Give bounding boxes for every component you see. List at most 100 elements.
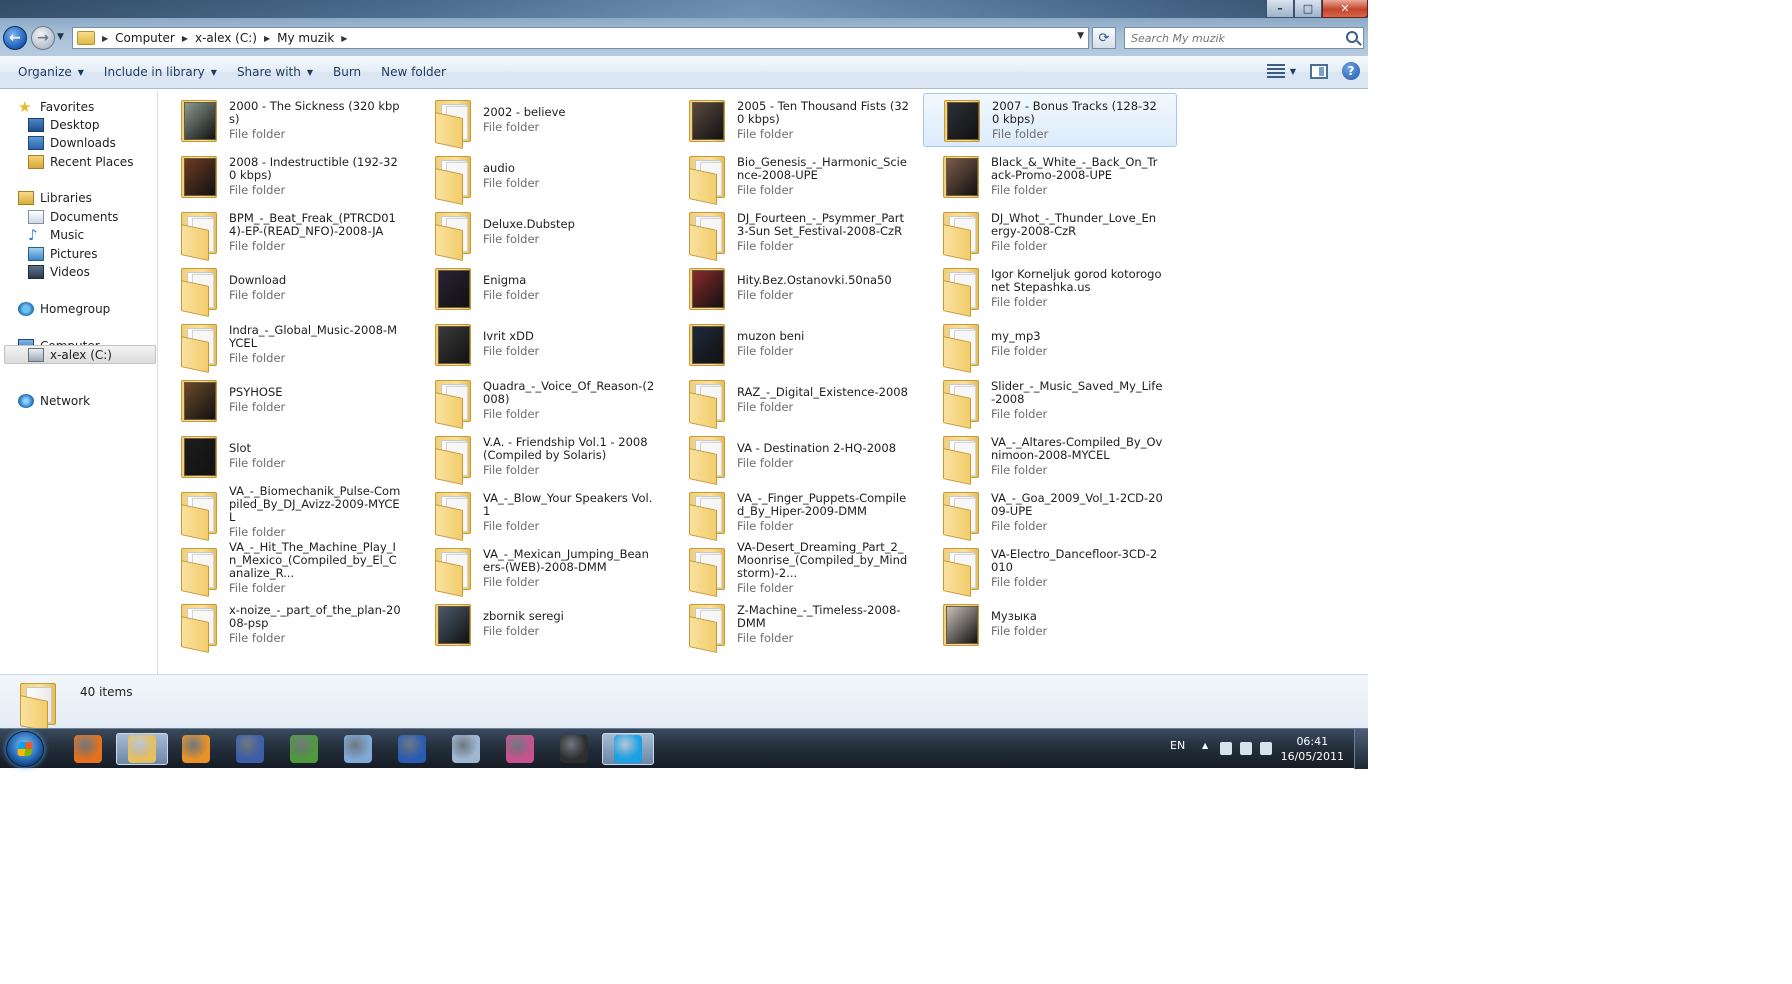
folder-item[interactable]: VA_-_Goa_2009_Vol_1-2CD-2009-UPE File fol… — [923, 485, 1177, 541]
refresh-button[interactable]: ⟳ — [1092, 27, 1116, 49]
clock[interactable]: 06:41 16/05/2011 — [1281, 734, 1344, 764]
folder-item[interactable]: audio File folder — [415, 149, 669, 205]
folder-item[interactable]: VA-Electro_Dancefloor-3CD-2010 File folde… — [923, 541, 1177, 597]
forward-button[interactable]: → — [31, 26, 55, 50]
folder-item[interactable]: Hity.Bez.Ostanovki.50na50 File folder — [669, 261, 923, 315]
folder-item[interactable]: VA_-_Hit_The_Machine_Play_In_Mexico_(Com… — [161, 541, 415, 597]
chevron-right-icon[interactable]: ▶ — [182, 34, 188, 43]
burn-button[interactable]: Burn — [323, 61, 371, 83]
folder-item[interactable]: VA_-_Finger_Puppets-Compiled_By_Hiper-20… — [669, 485, 923, 541]
search-icon[interactable] — [1346, 31, 1358, 43]
folder-item[interactable]: 2008 - Indestructible (192-320 kbps) File… — [161, 149, 415, 203]
new-folder-button[interactable]: New folder — [371, 61, 456, 83]
recent-pages-dropdown[interactable]: ▼ — [57, 32, 64, 42]
preview-pane-icon[interactable] — [1310, 63, 1328, 79]
folder-item[interactable]: Indra_-_Global_Music-2008-MYCEL File fold… — [161, 317, 415, 373]
maximize-button[interactable]: □ — [1294, 0, 1322, 18]
folder-item[interactable]: Download File folder — [161, 261, 415, 317]
taskbar-calculator-button[interactable] — [440, 733, 492, 765]
taskbar-equalizer-app-button[interactable] — [224, 733, 276, 765]
folder-item[interactable]: Deluxe.Dubstep File folder — [415, 205, 669, 261]
folder-item[interactable]: V.A. - Friendship Vol.1 - 2008 (Compiled… — [415, 429, 669, 485]
taskbar-word-button[interactable] — [386, 733, 438, 765]
folder-item[interactable]: Ivrit xDD File folder — [415, 317, 669, 371]
folder-item[interactable]: my_mp3 File folder — [923, 317, 1177, 373]
chevron-right-icon[interactable]: ▶ — [264, 34, 270, 43]
folder-item[interactable]: 2000 - The Sickness (320 kbps) File folde… — [161, 93, 415, 147]
chevron-right-icon[interactable]: ▶ — [341, 34, 347, 43]
folder-item[interactable]: Quadra_-_Voice_Of_Reason-(2008) File fold… — [415, 373, 669, 429]
breadcrumb-drive[interactable]: x-alex (C:) — [195, 31, 257, 45]
folder-item[interactable]: zbornik seregi File folder — [415, 597, 669, 651]
organize-button[interactable]: Organize ▼ — [8, 61, 94, 83]
include-in-library-button[interactable]: Include in library ▼ — [94, 61, 227, 83]
folder-item[interactable]: DJ_Whot_-_Thunder_Love_Energy-2008-CzR Fi… — [923, 205, 1177, 261]
network-signal-icon[interactable] — [1260, 742, 1272, 755]
start-button[interactable] — [6, 731, 44, 767]
taskbar-music-app-button[interactable] — [278, 733, 330, 765]
nav-network[interactable]: Network — [18, 391, 90, 410]
minimize-button[interactable]: – — [1266, 0, 1294, 18]
folder-item[interactable]: Enigma File folder — [415, 261, 669, 315]
folder-item[interactable]: x-noize_-_part_of_the_plan-2008-psp File … — [161, 597, 415, 653]
close-button[interactable]: ✕ — [1322, 0, 1368, 18]
folder-item[interactable]: VA-Desert_Dreaming_Part_2_Moonrise_(Comp… — [669, 541, 923, 597]
taskbar-explorer-button[interactable] — [116, 733, 168, 765]
search-box[interactable] — [1124, 27, 1364, 49]
help-icon[interactable]: ? — [1342, 62, 1360, 80]
nav-recent-places[interactable]: Recent Places — [28, 152, 133, 171]
taskbar: EN ▲ 06:41 16/05/2011 — [0, 728, 1368, 769]
share-with-button[interactable]: Share with ▼ — [227, 61, 323, 83]
taskbar-skype-button[interactable] — [602, 733, 654, 765]
battery-icon[interactable] — [1220, 742, 1232, 755]
view-options-dropdown[interactable]: ▼ — [1290, 67, 1296, 76]
nav-music[interactable]: ♪ Music — [28, 225, 84, 244]
nav-videos[interactable]: Videos — [28, 262, 90, 281]
folder-item[interactable]: Z-Machine_-_Timeless-2008-DMM File folder — [669, 597, 923, 653]
folder-item[interactable]: VA_-_Mexican_Jumping_Beaners-(WEB)-2008-… — [415, 541, 669, 597]
taskbar-firefox-button[interactable] — [62, 733, 114, 765]
show-desktop-button[interactable] — [1354, 729, 1368, 769]
folder-item[interactable]: 2007 - Bonus Tracks (128-320 kbps) File f… — [923, 93, 1177, 147]
folder-item[interactable]: BPM_-_Beat_Freak_(PTRCD014)-EP-(READ_NFO… — [161, 205, 415, 261]
folder-item[interactable]: PSYHOSE File folder — [161, 373, 415, 427]
folder-item[interactable]: VA_-_Biomechanik_Pulse-Compiled_By_DJ_Av… — [161, 485, 415, 541]
breadcrumb-current-folder[interactable]: My muzik — [277, 31, 334, 45]
nav-drive-c[interactable]: x-alex (C:) — [4, 345, 156, 364]
taskbar-media-player-button[interactable] — [170, 733, 222, 765]
folder-item[interactable]: Музыка File folder — [923, 597, 1177, 651]
folder-item[interactable]: VA - Destination 2-HQ-2008 File folder — [669, 429, 923, 485]
breadcrumb-computer[interactable]: Computer — [115, 31, 175, 45]
folder-item[interactable]: DJ_Fourteen_-_Psymmer_Part3-Sun Set_Fest… — [669, 205, 923, 261]
folder-item[interactable]: VA_-_Blow_Your Speakers Vol.1 File folder — [415, 485, 669, 541]
nav-libraries[interactable]: Libraries — [18, 188, 92, 207]
folder-item[interactable]: 2002 - believe File folder — [415, 93, 669, 149]
folder-item[interactable]: muzon beni File folder — [669, 317, 923, 371]
language-indicator[interactable]: EN — [1170, 739, 1185, 752]
folder-item[interactable]: VA_-_Altares-Compiled_By_Ovnimoon-2008-M… — [923, 429, 1177, 485]
address-bar[interactable]: ▶ Computer ▶ x-alex (C:) ▶ My muzik ▶ ▼ — [72, 27, 1089, 49]
chevron-right-icon[interactable]: ▶ — [102, 34, 108, 43]
address-dropdown-icon[interactable]: ▼ — [1077, 31, 1084, 41]
folder-item[interactable]: Igor Korneljuk gorod kotorogo net Stepas… — [923, 261, 1177, 317]
folder-item[interactable]: 2005 - Ten Thousand Fists (320 kbps) File… — [669, 93, 923, 147]
nav-pictures[interactable]: Pictures — [28, 244, 98, 263]
nav-downloads[interactable]: Downloads — [28, 133, 116, 152]
nav-homegroup[interactable]: Homegroup — [18, 299, 110, 318]
search-input[interactable] — [1131, 31, 1336, 45]
folder-item[interactable]: Slider_-_Music_Saved_My_Life-2008 File fo… — [923, 373, 1177, 429]
taskbar-game-app-button[interactable] — [548, 733, 600, 765]
show-hidden-icons-icon[interactable]: ▲ — [1202, 741, 1208, 750]
volume-icon[interactable] — [1240, 742, 1252, 755]
taskbar-photo-app-button[interactable] — [494, 733, 546, 765]
folder-item[interactable]: RAZ_-_Digital_Existence-2008 File folder — [669, 373, 923, 429]
nav-favorites[interactable]: ★ Favorites — [18, 97, 94, 116]
folder-item[interactable]: Bio_Genesis_-_Harmonic_Science-2008-UPE F… — [669, 149, 923, 205]
change-view-icon[interactable] — [1266, 63, 1286, 79]
taskbar-paint-button[interactable] — [332, 733, 384, 765]
nav-desktop[interactable]: Desktop — [28, 115, 100, 134]
nav-documents[interactable]: Documents — [28, 207, 118, 226]
back-button[interactable]: ← — [3, 26, 27, 50]
folder-item[interactable]: Black_&_White_-_Back_On_Track-Promo-2008… — [923, 149, 1177, 203]
folder-item[interactable]: Slot File folder — [161, 429, 415, 483]
